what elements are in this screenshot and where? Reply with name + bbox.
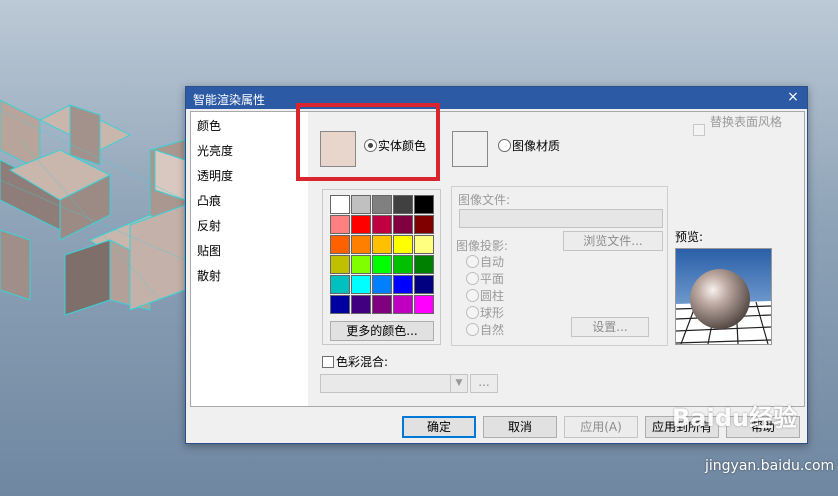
nav-item-gloss[interactable]: 光亮度 bbox=[197, 142, 233, 160]
palette-color-cell[interactable] bbox=[414, 275, 434, 294]
replace-surface-style-label: 替换表面风格 bbox=[710, 115, 783, 129]
material-preview bbox=[675, 248, 772, 345]
palette-color-cell[interactable] bbox=[351, 255, 371, 274]
palette-color-cell[interactable] bbox=[393, 215, 413, 234]
nav-item-transparency[interactable]: 透明度 bbox=[197, 167, 233, 185]
nav-item-scatter[interactable]: 散射 bbox=[197, 267, 221, 285]
dialog-title: 智能渲染属性 bbox=[193, 93, 266, 107]
projection-sphere-radio[interactable] bbox=[466, 306, 479, 319]
palette-color-cell[interactable] bbox=[330, 295, 350, 314]
palette-color-cell[interactable] bbox=[330, 215, 350, 234]
projection-cylinder-radio[interactable] bbox=[466, 289, 479, 302]
watermark-url: jingyan.baidu.com bbox=[705, 458, 835, 474]
projection-plane-label: 平面 bbox=[480, 272, 505, 286]
render-properties-dialog: 智能渲染属性 × 颜色 光亮度 透明度 凸痕 反射 贴图 散射 实体颜色 图像材… bbox=[185, 86, 808, 444]
palette-color-cell[interactable] bbox=[372, 235, 392, 254]
palette-color-cell[interactable] bbox=[330, 195, 350, 214]
palette-color-cell[interactable] bbox=[372, 195, 392, 214]
image-material-group: 图像文件: 浏览文件... 图像投影: 自动 平面 圆柱 球形 自然 设置... bbox=[451, 186, 668, 346]
image-file-label: 图像文件: bbox=[458, 193, 511, 207]
browse-file-button[interactable]: 浏览文件... bbox=[563, 231, 663, 251]
palette-color-cell[interactable] bbox=[372, 215, 392, 234]
dialog-titlebar: 智能渲染属性 × bbox=[186, 87, 807, 109]
palette-color-cell[interactable] bbox=[372, 295, 392, 314]
palette-color-cell[interactable] bbox=[414, 295, 434, 314]
close-icon[interactable]: × bbox=[785, 89, 801, 105]
projection-sphere-label: 球形 bbox=[480, 306, 505, 320]
image-material-swatch[interactable] bbox=[452, 131, 488, 167]
color-blend-more-button[interactable]: ... bbox=[470, 374, 498, 393]
palette-color-cell[interactable] bbox=[393, 235, 413, 254]
chevron-down-icon: ▼ bbox=[450, 375, 467, 392]
baidu-jingyan-watermark: Baidu经验 bbox=[672, 404, 797, 432]
projection-natural-radio[interactable] bbox=[466, 323, 479, 336]
palette-color-cell[interactable] bbox=[372, 275, 392, 294]
palette-color-cell[interactable] bbox=[393, 195, 413, 214]
property-category-list: 颜色 光亮度 透明度 凸痕 反射 贴图 散射 bbox=[190, 111, 309, 407]
palette-color-cell[interactable] bbox=[330, 235, 350, 254]
projection-settings-button[interactable]: 设置... bbox=[571, 317, 649, 337]
palette-color-cell[interactable] bbox=[393, 255, 413, 274]
palette-color-cell[interactable] bbox=[393, 295, 413, 314]
ok-button[interactable]: 确定 bbox=[402, 416, 476, 438]
image-material-label: 图像材质 bbox=[512, 139, 561, 153]
color-palette-grid bbox=[330, 195, 434, 314]
palette-color-cell[interactable] bbox=[330, 255, 350, 274]
palette-color-cell[interactable] bbox=[351, 235, 371, 254]
image-material-radio[interactable] bbox=[498, 139, 511, 152]
color-blend-label: 色彩混合: bbox=[336, 355, 389, 369]
projection-plane-radio[interactable] bbox=[466, 272, 479, 285]
replace-surface-style-checkbox[interactable] bbox=[693, 124, 705, 136]
projection-natural-label: 自然 bbox=[480, 323, 505, 337]
nav-item-bump[interactable]: 凸痕 bbox=[197, 192, 221, 210]
cancel-button[interactable]: 取消 bbox=[483, 416, 557, 438]
image-file-field[interactable] bbox=[459, 209, 663, 228]
palette-color-cell[interactable] bbox=[414, 255, 434, 274]
image-projection-label: 图像投影: bbox=[456, 239, 509, 253]
palette-color-cell[interactable] bbox=[393, 275, 413, 294]
palette-color-cell[interactable] bbox=[351, 275, 371, 294]
palette-color-cell[interactable] bbox=[372, 255, 392, 274]
palette-color-cell[interactable] bbox=[351, 295, 371, 314]
projection-auto-label: 自动 bbox=[480, 255, 505, 269]
color-blend-dropdown[interactable]: ▼ bbox=[320, 374, 468, 393]
nav-item-texture[interactable]: 贴图 bbox=[197, 242, 221, 260]
projection-auto-radio[interactable] bbox=[466, 255, 479, 268]
preview-sphere-image bbox=[676, 249, 771, 344]
projection-cylinder-label: 圆柱 bbox=[480, 289, 505, 303]
color-blend-checkbox[interactable] bbox=[322, 356, 334, 368]
palette-color-cell[interactable] bbox=[351, 195, 371, 214]
palette-color-cell[interactable] bbox=[414, 195, 434, 214]
color-palette-group: 更多的颜色... bbox=[322, 189, 441, 345]
nav-item-reflection[interactable]: 反射 bbox=[197, 217, 221, 235]
palette-color-cell[interactable] bbox=[351, 215, 371, 234]
annotation-highlight-box bbox=[296, 103, 440, 181]
preview-label: 预览: bbox=[675, 230, 704, 244]
more-colors-button[interactable]: 更多的颜色... bbox=[330, 321, 434, 341]
nav-item-color[interactable]: 颜色 bbox=[197, 117, 221, 135]
palette-color-cell[interactable] bbox=[414, 215, 434, 234]
palette-color-cell[interactable] bbox=[330, 275, 350, 294]
palette-color-cell[interactable] bbox=[414, 235, 434, 254]
apply-button[interactable]: 应用(A) bbox=[564, 416, 638, 438]
